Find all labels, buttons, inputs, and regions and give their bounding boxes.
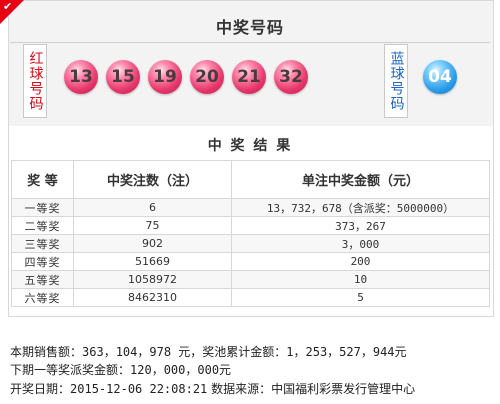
blue-ball-1: 04 bbox=[423, 60, 457, 94]
prize-amount: 3，000 bbox=[231, 234, 490, 253]
divider bbox=[10, 42, 490, 43]
red-ball-5: 21 bbox=[232, 60, 266, 94]
table-header-row: 奖 等 中奖注数（注） 单注中奖金额（元） bbox=[11, 160, 490, 199]
prize-amount: 5 bbox=[231, 288, 490, 307]
pool-label: ，奖池累计金额： bbox=[190, 345, 287, 359]
blue-ball-label: 蓝球号码 bbox=[384, 44, 408, 118]
column-header: 中奖注数（注） bbox=[73, 160, 232, 199]
prize-level: 六等奖 bbox=[11, 288, 74, 307]
red-ball-label: 红球号码 bbox=[23, 44, 47, 118]
column-header: 单注中奖金额（元） bbox=[231, 160, 490, 199]
table-row: 四等奖 51669 200 bbox=[11, 252, 490, 271]
table-row: 五等奖 1058972 10 bbox=[11, 270, 490, 289]
prize-level: 一等奖 bbox=[11, 198, 74, 217]
sales-value: 363，104，978 元 bbox=[82, 345, 191, 359]
prize-level: 五等奖 bbox=[11, 270, 74, 289]
red-ball-3: 19 bbox=[148, 60, 182, 94]
table-row: 一等奖 6 13，732，678（含派奖：5000000） bbox=[11, 198, 490, 217]
winning-numbers-title: 中奖号码 bbox=[215, 18, 284, 37]
column-header: 奖 等 bbox=[11, 160, 74, 199]
prize-amount: 373，267 bbox=[231, 216, 490, 235]
next-prize-value: 120，000，000元 bbox=[130, 363, 232, 377]
winner-count: 1058972 bbox=[73, 270, 232, 289]
prize-level: 四等奖 bbox=[11, 252, 74, 271]
red-ball-6: 32 bbox=[274, 60, 308, 94]
winner-count: 75 bbox=[73, 216, 232, 235]
winner-count: 8462310 bbox=[73, 288, 232, 307]
draw-date-value: 2015-12-06 22:08:21 bbox=[70, 382, 208, 396]
table-row: 二等奖 75 373，267 bbox=[11, 216, 490, 235]
next-prize-info: 下期一等奖派奖金额：120，000，000元 bbox=[10, 361, 490, 379]
prize-amount: 200 bbox=[231, 252, 490, 271]
results-table: 奖 等 中奖注数（注） 单注中奖金额（元） 一等奖 6 13，732，678（含… bbox=[11, 160, 490, 307]
table-row: 三等奖 902 3，000 bbox=[11, 234, 490, 253]
red-ball-2: 15 bbox=[106, 60, 140, 94]
source-label: 数据来源： bbox=[207, 382, 272, 396]
prize-amount: 13，732，678（含派奖：5000000） bbox=[231, 198, 490, 217]
red-ball-4: 20 bbox=[190, 60, 224, 94]
source-value: 中国福利彩票发行管理中心 bbox=[271, 382, 416, 396]
pool-value: 1，253，527，944元 bbox=[286, 345, 407, 359]
prize-level: 二等奖 bbox=[11, 216, 74, 235]
red-ball-1: 13 bbox=[64, 60, 98, 94]
sales-info: 本期销售额：363，104，978 元，奖池累计金额：1，253，527，944… bbox=[10, 343, 490, 361]
winner-count: 902 bbox=[73, 234, 232, 253]
draw-info: 开奖日期：2015-12-06 22:08:21 数据来源：中国福利彩票发行管理… bbox=[10, 380, 490, 398]
sales-label: 本期销售额： bbox=[10, 345, 83, 359]
prize-level: 三等奖 bbox=[11, 234, 74, 253]
draw-date-label: 开奖日期： bbox=[10, 382, 71, 396]
results-title: 中 奖 结 果 bbox=[207, 138, 293, 154]
prize-amount: 10 bbox=[231, 270, 490, 289]
table-row: 六等奖 8462310 5 bbox=[11, 288, 490, 307]
winner-count: 51669 bbox=[73, 252, 232, 271]
check-icon: ✔ bbox=[3, 0, 13, 13]
winner-count: 6 bbox=[73, 198, 232, 217]
next-prize-label: 下期一等奖派奖金额： bbox=[10, 363, 131, 377]
